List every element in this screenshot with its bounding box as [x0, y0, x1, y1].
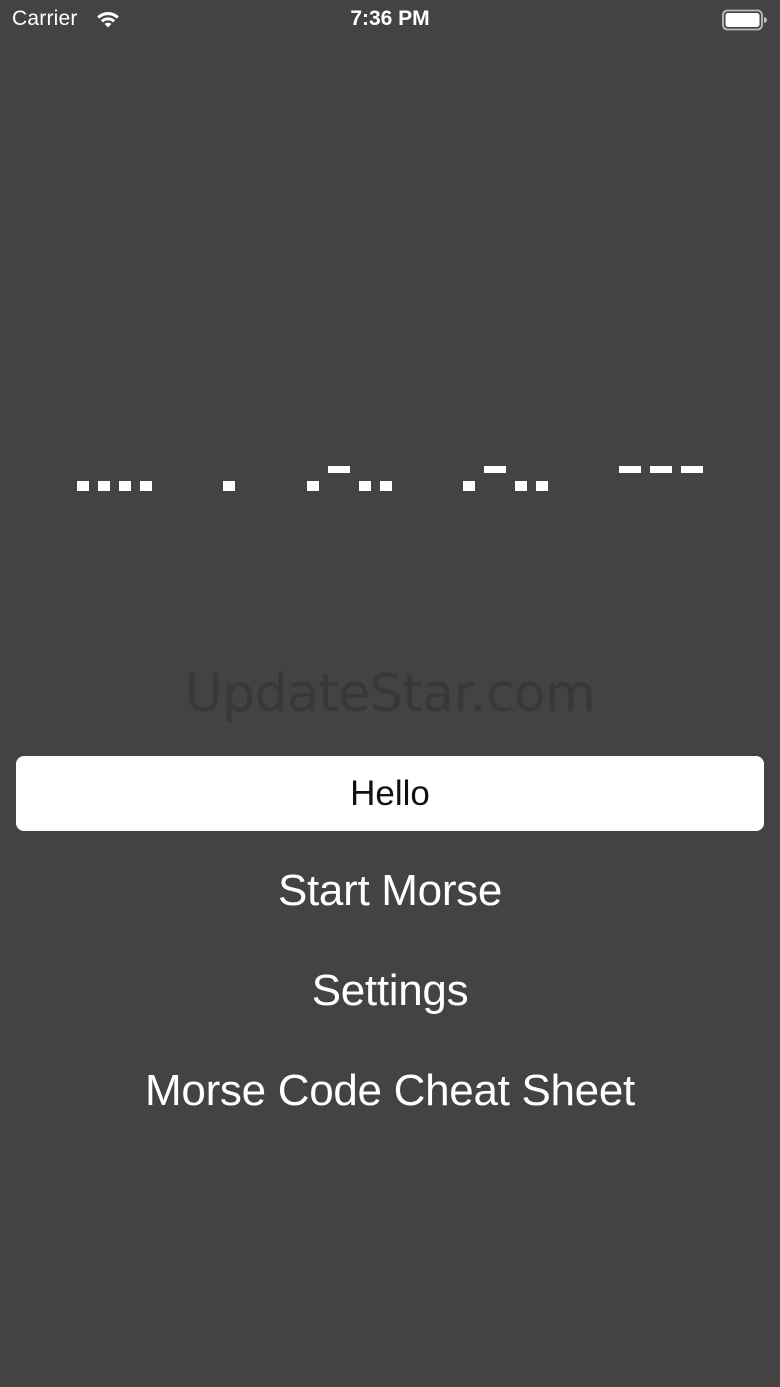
cheat-sheet-button[interactable]: Morse Code Cheat Sheet: [0, 1066, 780, 1116]
morse-dot: [77, 481, 89, 491]
watermark: UpdateStar.com: [184, 664, 596, 724]
morse-dot: [515, 481, 527, 491]
morse-dot: [463, 481, 475, 491]
morse-dot: [359, 481, 371, 491]
morse-dot: [223, 481, 235, 491]
morse-dash: [484, 466, 506, 473]
morse-code-visual: [77, 466, 703, 491]
morse-dot: [98, 481, 110, 491]
start-morse-button[interactable]: Start Morse: [0, 866, 780, 916]
morse-dot: [140, 481, 152, 491]
morse-dot: [380, 481, 392, 491]
message-input[interactable]: Hello: [16, 756, 764, 831]
morse-dash: [681, 466, 703, 473]
morse-dash: [619, 466, 641, 473]
morse-dash: [328, 466, 350, 473]
morse-dot: [119, 481, 131, 491]
morse-dot: [307, 481, 319, 491]
morse-dot: [536, 481, 548, 491]
morse-display: [0, 0, 780, 600]
morse-dash: [650, 466, 672, 473]
settings-button[interactable]: Settings: [0, 966, 780, 1016]
